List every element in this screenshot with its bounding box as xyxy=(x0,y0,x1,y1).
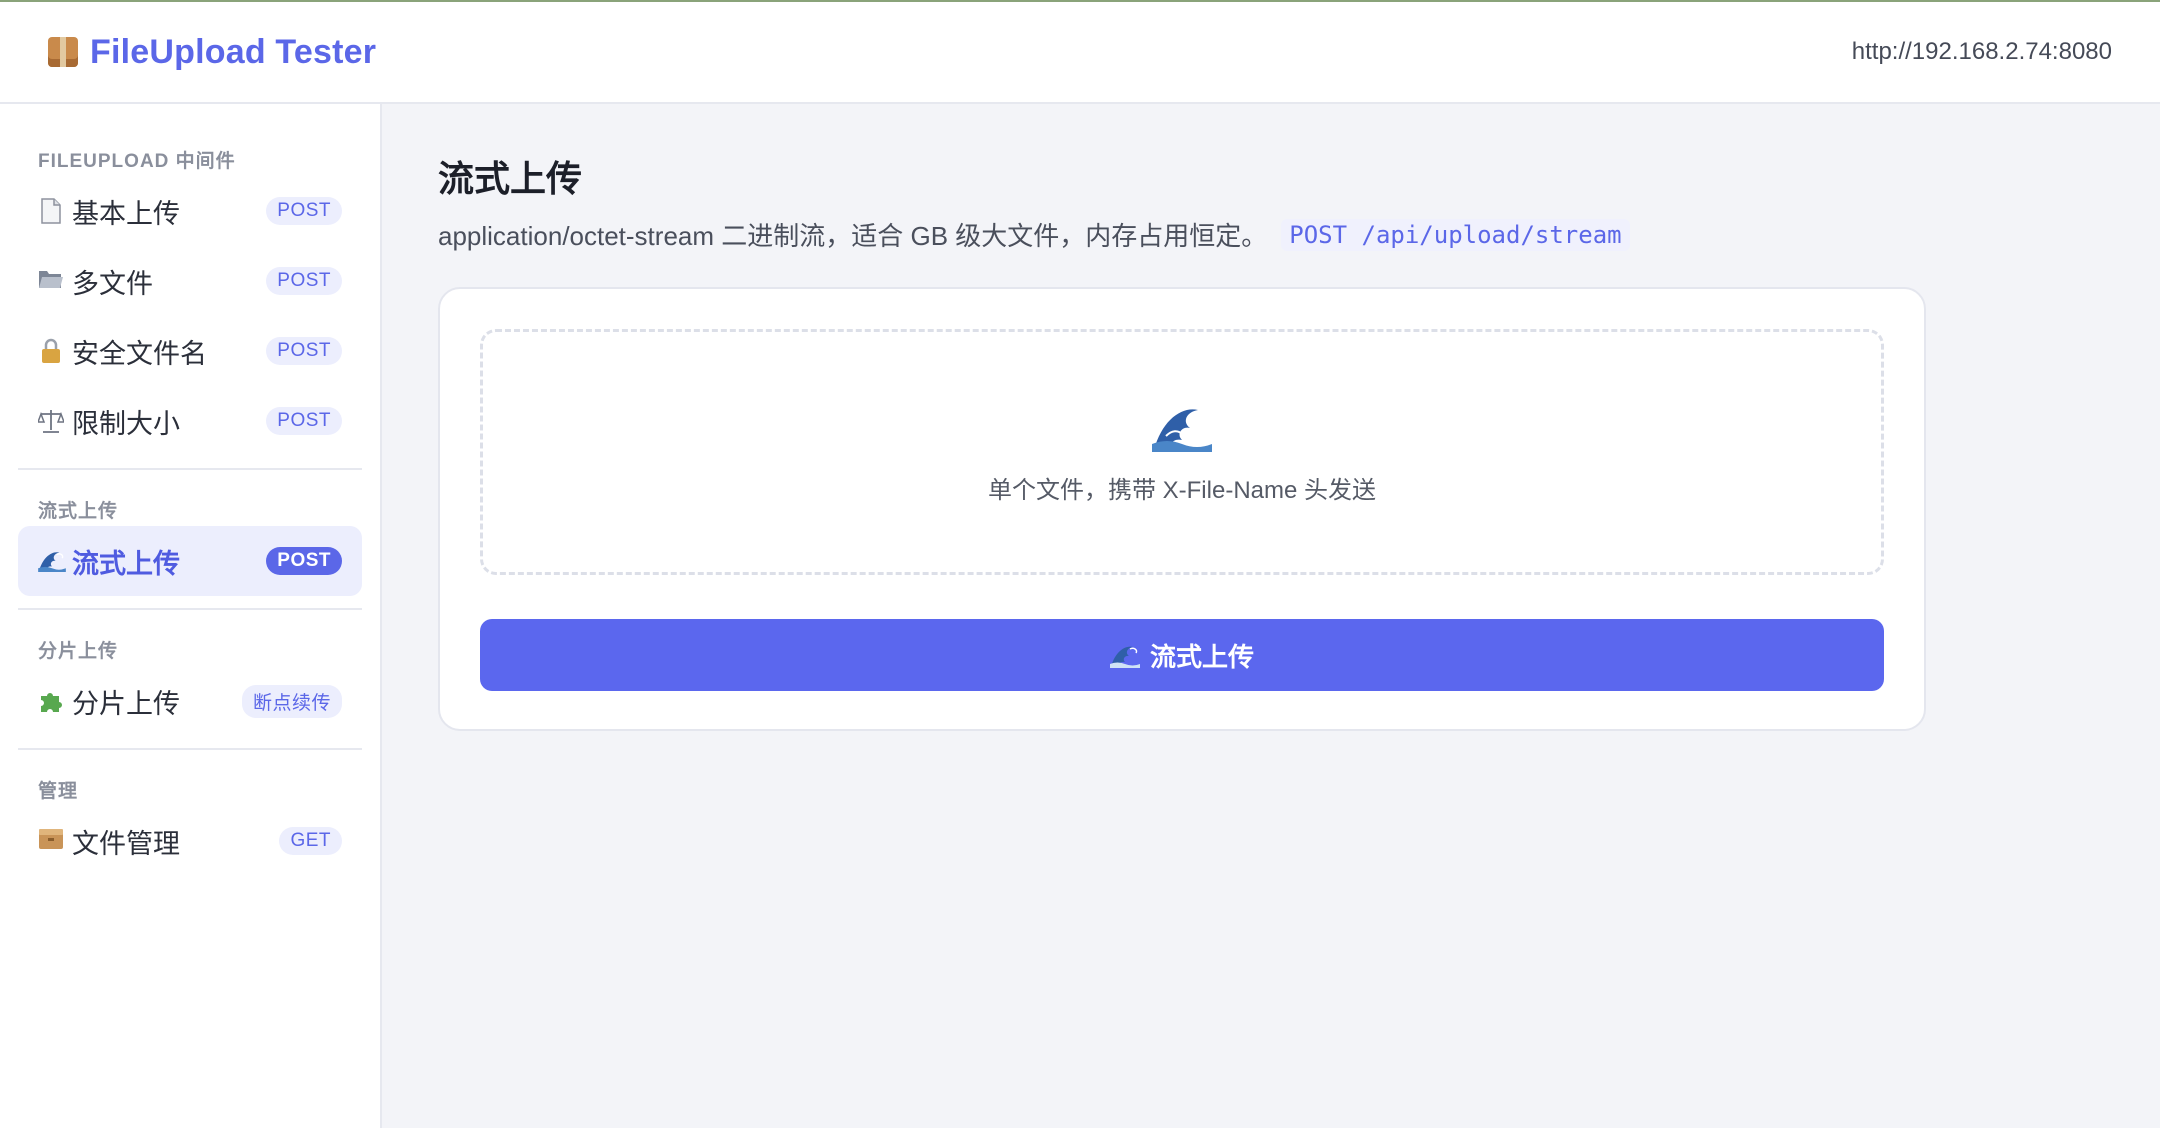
sidebar-item-size-limit[interactable]: 限制大小 POST xyxy=(18,386,362,456)
sidebar-item-label: 多文件 xyxy=(72,268,153,299)
sidebar-divider xyxy=(18,608,362,610)
stream-upload-button[interactable]: 流式上传 xyxy=(480,619,1884,691)
wave-icon xyxy=(1109,646,1140,668)
sidebar-item-label: 安全文件名 xyxy=(72,338,207,369)
sidebar-item-chunk-upload[interactable]: 分片上传 断点续传 xyxy=(18,666,362,736)
sidebar-section-title: 分片上传 xyxy=(38,641,119,662)
sidebar-item-label: 文件管理 xyxy=(72,828,180,859)
server-url: http://192.168.2.74:8080 xyxy=(1851,38,2112,65)
page-description: application/octet-stream 二进制流，适合 GB 级大文件… xyxy=(438,216,2106,253)
file-dropzone[interactable]: 单个文件，携带 X-File-Name 头发送 xyxy=(480,329,1884,575)
page-icon xyxy=(38,198,64,224)
sidebar-item-multi-file[interactable]: 多文件 POST xyxy=(18,246,362,316)
method-badge: POST xyxy=(266,197,342,225)
puzzle-icon xyxy=(38,688,64,714)
sidebar-section-title: FILEUPLOAD 中间件 xyxy=(38,151,236,172)
sidebar: FILEUPLOAD 中间件 基本上传 POST 多文件 POST 安全文件名 … xyxy=(0,104,382,1128)
wave-icon xyxy=(38,548,66,574)
sidebar-item-safe-filename[interactable]: 安全文件名 POST xyxy=(18,316,362,386)
method-badge: POST xyxy=(266,407,342,435)
sidebar-item-label: 基本上传 xyxy=(72,198,180,229)
app-title: FileUpload Tester xyxy=(90,32,377,71)
folder-icon xyxy=(38,268,64,294)
sidebar-section-title: 管理 xyxy=(38,781,79,802)
description-text: application/octet-stream 二进制流，适合 GB 级大文件… xyxy=(438,221,1268,251)
page-title: 流式上传 xyxy=(438,158,583,199)
sidebar-divider xyxy=(18,748,362,750)
sidebar-item-stream-upload[interactable]: 流式上传 POST xyxy=(18,526,362,596)
method-badge: GET xyxy=(279,827,342,855)
upload-button-label: 流式上传 xyxy=(1149,641,1254,672)
sidebar-item-label: 限制大小 xyxy=(72,408,180,439)
upload-card: 单个文件，携带 X-File-Name 头发送 流式上传 xyxy=(438,287,1926,731)
wave-icon xyxy=(1152,408,1212,452)
sidebar-divider xyxy=(18,468,362,470)
brand[interactable]: FileUpload Tester xyxy=(48,33,376,72)
method-badge: POST xyxy=(266,267,342,295)
sidebar-item-label: 分片上传 xyxy=(72,688,180,719)
file-cabinet-icon xyxy=(38,828,64,854)
sidebar-item-label: 流式上传 xyxy=(72,548,180,579)
endpoint-code: POST /api/upload/stream xyxy=(1281,218,1630,251)
sidebar-section-title: 流式上传 xyxy=(38,501,119,522)
lock-icon xyxy=(38,338,64,364)
package-icon xyxy=(48,37,78,67)
feature-badge: 断点续传 xyxy=(241,684,342,718)
method-badge: POST xyxy=(266,547,342,575)
sidebar-item-file-management[interactable]: 文件管理 GET xyxy=(18,806,362,876)
app-root: FileUpload Tester http://192.168.2.74:80… xyxy=(0,0,2160,1128)
method-badge: POST xyxy=(266,337,342,365)
dropzone-hint: 单个文件，携带 X-File-Name 头发送 xyxy=(987,476,1377,504)
scales-icon xyxy=(36,408,66,434)
main-content: 流式上传 application/octet-stream 二进制流，适合 GB… xyxy=(384,104,2160,1128)
sidebar-item-basic-upload[interactable]: 基本上传 POST xyxy=(18,176,362,246)
top-header: FileUpload Tester http://192.168.2.74:80… xyxy=(0,0,2160,104)
